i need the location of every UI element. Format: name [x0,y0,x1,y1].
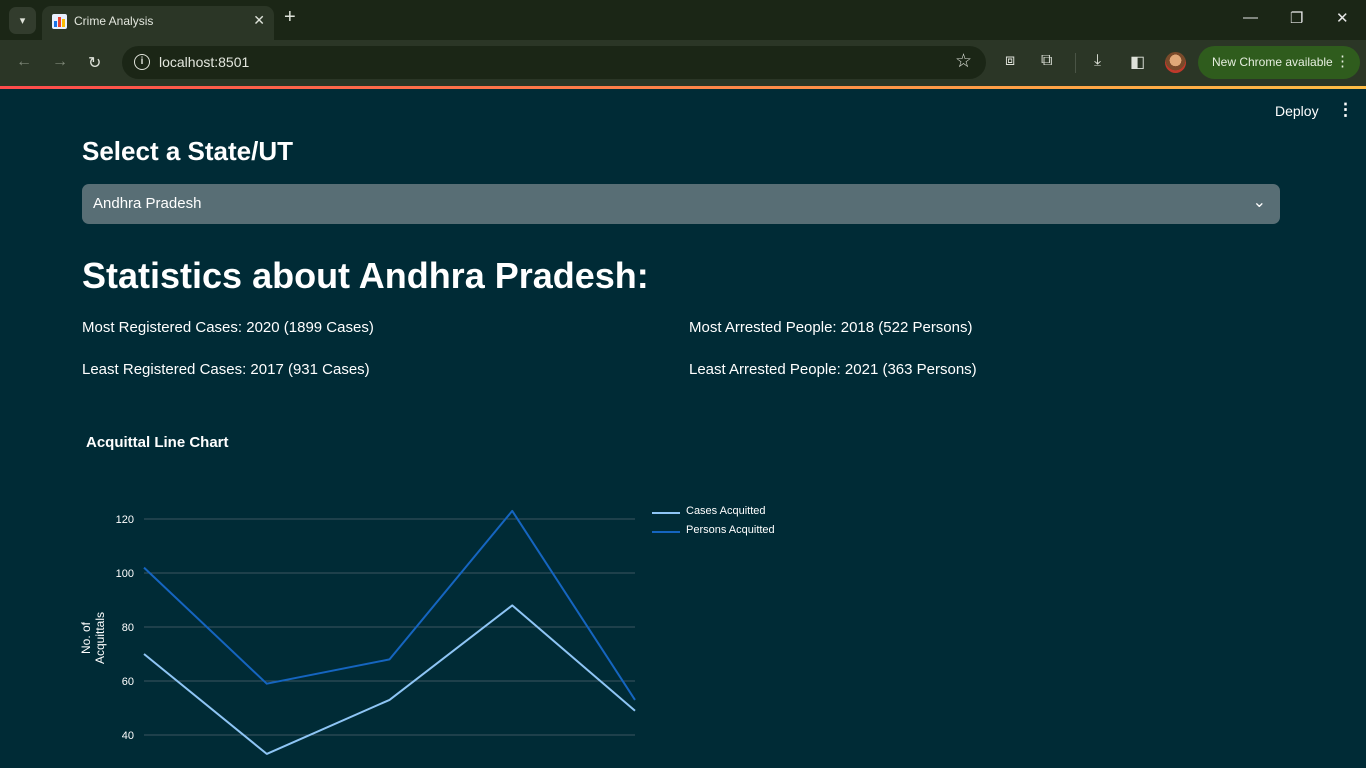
browser-tab[interactable]: Crime Analysis ✕ [42,6,274,40]
most-arrested-people: Most Arrested People: 2018 (522 Persons) [689,319,973,336]
legend-label: Persons Acquitted [686,524,775,536]
chevron-down-icon[interactable]: ⌄ [1253,192,1266,212]
chart-title: Acquittal Line Chart [86,434,229,451]
restore-icon[interactable]: ❐ [1290,9,1303,27]
toolbar-divider [1075,53,1076,73]
deploy-button[interactable]: Deploy [1275,103,1319,119]
update-label: New Chrome available [1212,55,1333,69]
tab-title: Crime Analysis [74,14,154,28]
legend-swatch [652,512,680,514]
side-panel-icon[interactable]: ◧ [1130,52,1145,72]
chrome-update-button[interactable]: New Chrome available ⋮ [1198,46,1360,79]
screen-cast-icon[interactable]: ⧈ [1005,52,1015,70]
least-registered-cases: Least Registered Cases: 2017 (931 Cases) [82,361,370,378]
select-heading: Select a State/UT [82,136,293,166]
browser-toolbar: ← → ↻ i localhost:8501 ☆ ⧈ ⧉ ⤓ ◧ New Chr… [0,40,1366,86]
reload-icon[interactable]: ↻ [88,53,101,73]
main-menu-icon[interactable]: ⋮ [1337,100,1354,120]
browser-tab-bar: ▾ Crime Analysis ✕ + — ❐ ✕ [0,0,1366,40]
arrow-left-icon[interactable]: ← [16,53,32,71]
app-header-decoration [0,86,1366,89]
y-tick-label: 40 [122,730,134,742]
y-tick-label: 80 [122,622,134,634]
y-tick-label: 100 [116,568,134,580]
url-text[interactable]: localhost:8501 [159,54,249,70]
y-tick-label: 60 [122,676,134,688]
state-select-value: Andhra Pradesh [93,195,202,212]
arrow-right-icon[interactable]: → [52,53,68,71]
state-select[interactable]: Andhra Pradesh ⌄ [82,184,1280,224]
tab-search-button[interactable]: ▾ [9,7,36,34]
minimize-icon[interactable]: — [1243,9,1258,26]
more-vert-icon[interactable]: ⋮ [1335,52,1350,70]
series-line-persons-acquitted [143,509,636,701]
star-icon[interactable]: ☆ [955,50,972,73]
legend-swatch [652,531,680,533]
window-close-icon[interactable]: ✕ [1336,9,1349,27]
download-icon[interactable]: ⤓ [1094,52,1101,70]
stats-heading: Statistics about Andhra Pradesh: [82,255,649,296]
avatar[interactable] [1165,52,1186,73]
close-icon[interactable]: ✕ [253,12,265,29]
extensions-icon[interactable]: ⧉ [1041,52,1052,70]
acquittal-line-chart[interactable]: 40 60 80 100 120 [80,480,650,768]
address-bar[interactable]: i localhost:8501 ☆ [122,46,986,79]
info-icon[interactable]: i [134,54,150,70]
series-line-cases-acquitted [143,604,636,755]
legend-label: Cases Acquitted [686,505,766,517]
most-registered-cases: Most Registered Cases: 2020 (1899 Cases) [82,319,374,336]
y-axis-label: No. of Acquittals [79,611,107,665]
least-arrested-people: Least Arrested People: 2021 (363 Persons… [689,361,977,378]
bar-chart-icon [52,14,67,29]
y-tick-label: 120 [116,514,134,526]
plus-icon[interactable]: + [284,6,296,29]
